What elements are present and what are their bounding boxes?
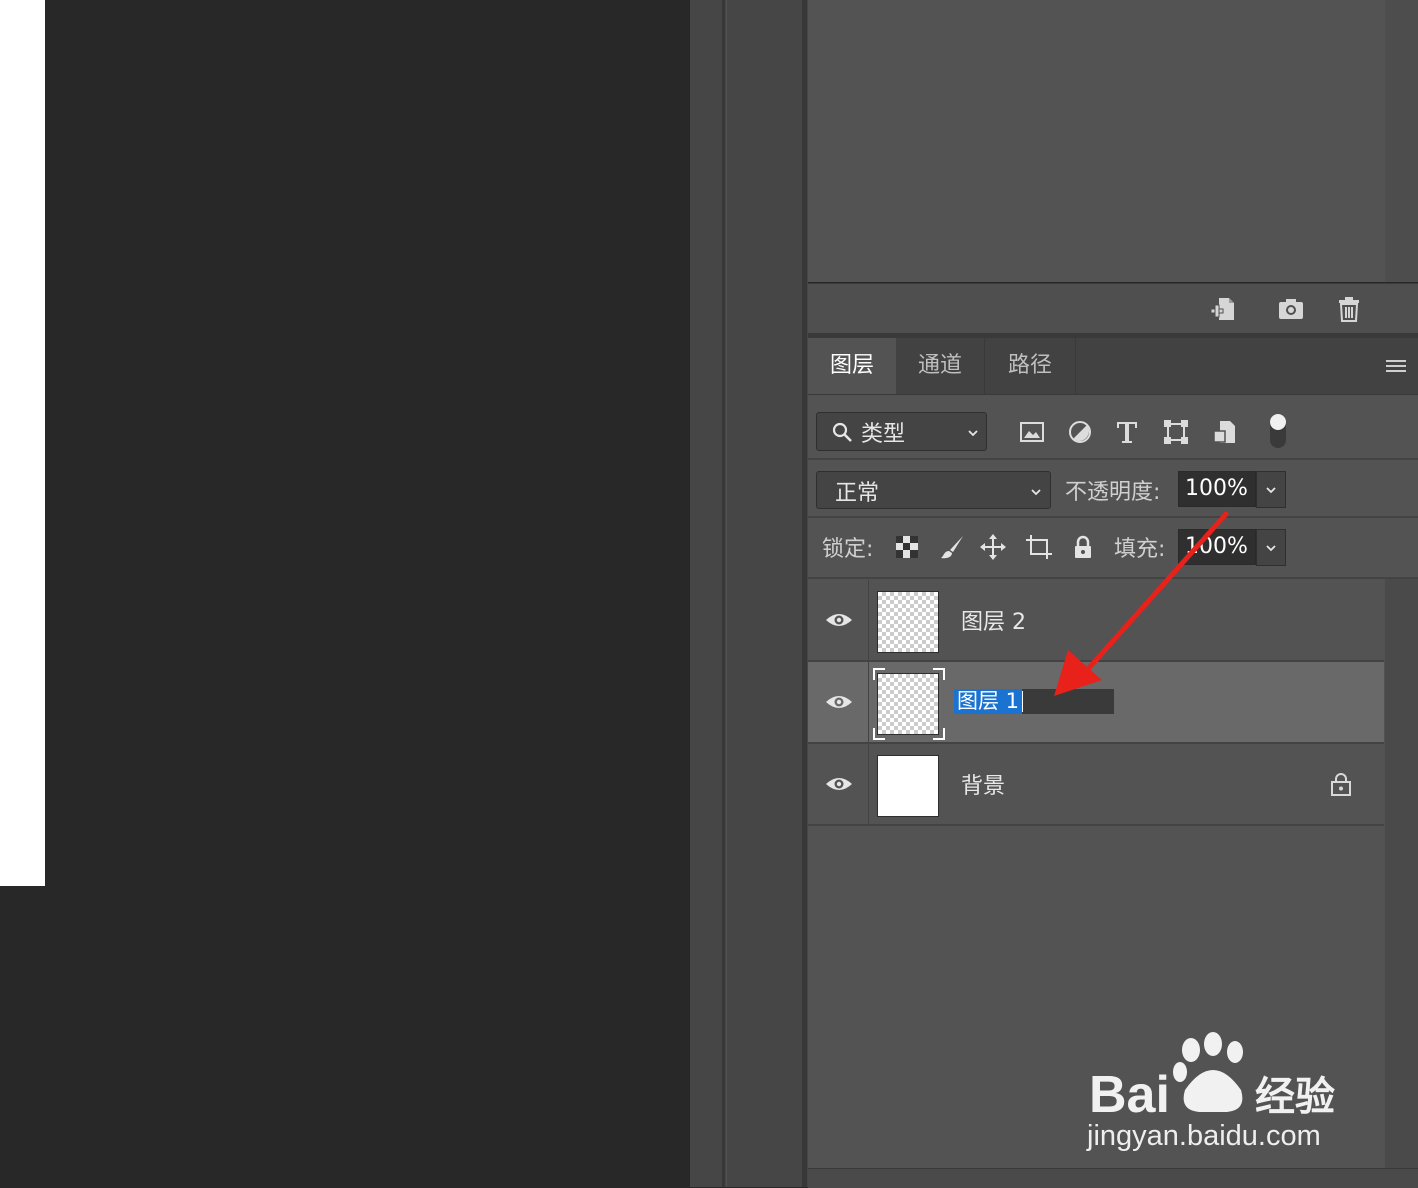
baidu-logo: Bai 经验: [1089, 1032, 1335, 1120]
lock-image-pixels-icon[interactable]: [939, 534, 965, 560]
document-canvas[interactable]: [0, 0, 45, 886]
lock-label: 锁定:: [822, 537, 874, 562]
thumbnail-selection-corner: [933, 728, 945, 740]
eye-icon: [826, 778, 852, 790]
blend-mode-dropdown[interactable]: 正常: [816, 471, 1051, 509]
layers-scrollbar[interactable]: [1385, 579, 1418, 1187]
layer-thumbnail[interactable]: [877, 673, 939, 735]
watermark-url: jingyan.baidu.com: [1087, 1120, 1321, 1152]
visibility-toggle[interactable]: [808, 662, 869, 742]
filter-kind-dropdown[interactable]: 类型: [816, 412, 987, 451]
visibility-toggle[interactable]: [808, 744, 869, 824]
canvas-area[interactable]: [0, 0, 690, 1187]
trash-icon[interactable]: [1334, 294, 1364, 324]
camera-icon[interactable]: [1276, 294, 1306, 324]
type-filter-icon[interactable]: [1113, 418, 1141, 446]
layer-thumbnail[interactable]: [877, 591, 939, 653]
panel-menu-icon[interactable]: [1386, 358, 1406, 374]
filter-kind-label: 类型: [861, 422, 906, 447]
layer-name[interactable]: 背景: [961, 768, 1005, 800]
layer-name-selection[interactable]: 图层 1: [954, 689, 1023, 714]
layer-lock-icon: [1331, 773, 1351, 796]
layer-thumbnail[interactable]: [877, 755, 939, 817]
tab-paths[interactable]: 路径: [985, 338, 1076, 394]
thumbnail-selection-corner: [873, 728, 885, 740]
svg-text:Bai: Bai: [1089, 1066, 1170, 1120]
layers-footer-toolbar: [808, 1168, 1418, 1188]
thumbnail-selection-corner: [933, 668, 945, 680]
chevron-down-icon: [1266, 545, 1276, 552]
fill-dropdown-button[interactable]: [1256, 529, 1286, 566]
annotation-arrow: [1054, 511, 1229, 696]
dock-divider: [726, 0, 727, 1187]
history-panel: [808, 0, 1418, 282]
layers-panel-tabbar: 图层 通道 路径: [808, 338, 1418, 395]
thumbnail-selection-corner: [873, 668, 885, 680]
chevron-down-icon: [1031, 489, 1041, 496]
eye-icon: [826, 614, 852, 626]
layer-name[interactable]: 图层 2: [961, 604, 1026, 636]
history-footer: [808, 283, 1418, 333]
svg-text:经验: 经验: [1255, 1074, 1335, 1120]
visibility-toggle[interactable]: [808, 580, 869, 660]
filter-toggle-icon[interactable]: [1266, 412, 1290, 452]
dock-divider: [722, 0, 725, 1187]
new-snapshot-icon[interactable]: [1208, 294, 1238, 324]
divider: [808, 824, 1384, 826]
chevron-down-icon: [968, 430, 978, 437]
dock-strip: [690, 0, 808, 1187]
baidu-watermark: Bai 经验 jingyan.baidu.com: [1085, 1030, 1355, 1160]
text-caret: [1022, 691, 1023, 712]
history-scrollbar[interactable]: [1385, 0, 1418, 282]
chevron-down-icon: [1266, 487, 1276, 494]
search-icon: [832, 422, 852, 442]
lock-transparent-pixels-icon[interactable]: [894, 534, 920, 560]
image-filter-icon[interactable]: [1018, 418, 1046, 446]
eye-icon: [826, 696, 852, 708]
panel-resize-handle[interactable]: [802, 0, 807, 1187]
adjustment-filter-icon[interactable]: [1066, 418, 1094, 446]
opacity-dropdown-button[interactable]: [1256, 471, 1286, 508]
tab-layers[interactable]: 图层: [808, 338, 896, 394]
tab-channels[interactable]: 通道: [896, 338, 985, 394]
lock-position-icon[interactable]: [980, 534, 1006, 560]
shape-filter-icon[interactable]: [1162, 418, 1190, 446]
blend-mode-value: 正常: [835, 481, 880, 506]
opacity-label: 不透明度:: [1065, 480, 1161, 505]
opacity-input[interactable]: 100%: [1178, 471, 1256, 507]
divider: [808, 458, 1418, 460]
layer-row-background[interactable]: 背景: [808, 744, 1384, 824]
smart-object-filter-icon[interactable]: [1211, 418, 1239, 446]
